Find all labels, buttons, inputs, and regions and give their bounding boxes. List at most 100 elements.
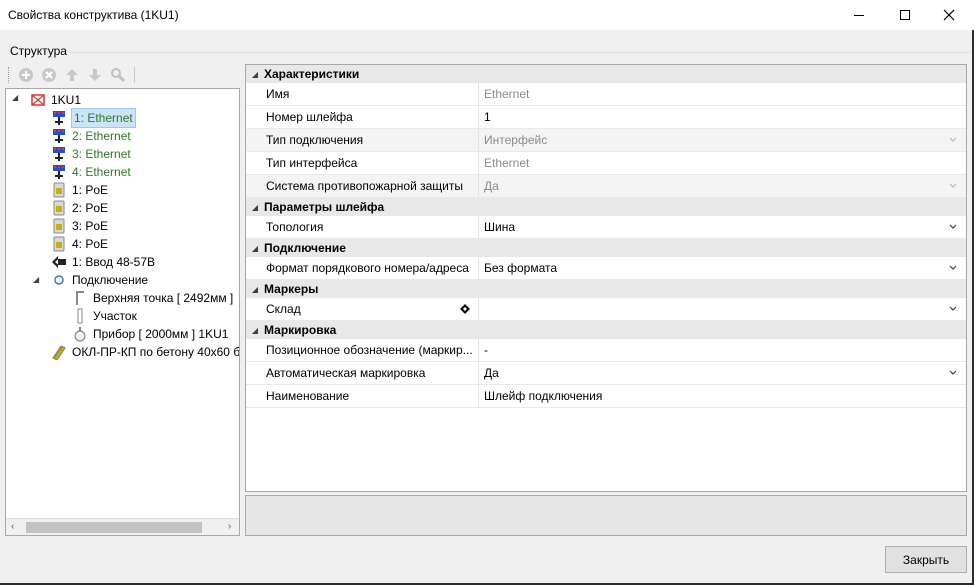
property-grid[interactable]: ◢ Характеристики Имя Ethernet Номер шлей… — [245, 64, 967, 492]
scroll-left-icon[interactable]: ‹ — [11, 521, 14, 532]
tree-item-connection[interactable]: Подключение — [51, 271, 148, 289]
column-divider — [478, 216, 479, 238]
tree-item-poe-3[interactable]: 3: PoE — [51, 217, 108, 235]
tree-item-cable-duct[interactable]: ОКЛ-ПР-КП по бетону 40x60 б — [51, 343, 240, 361]
minimize-button[interactable] — [836, 0, 882, 30]
property-name: Тип подключения — [266, 133, 364, 147]
tree-item-top-point[interactable]: Верхняя точка [ 2492мм ] — [72, 289, 233, 307]
collapse-category-icon[interactable]: ◢ — [246, 203, 264, 212]
cabinet-icon — [30, 92, 46, 108]
property-row-fire-protection[interactable]: Система противопожарной защиты Да — [246, 175, 966, 198]
marker-diamond-icon[interactable] — [460, 304, 470, 314]
property-row-connection-type[interactable]: Тип подключения Интерфейс — [246, 129, 966, 152]
property-value: Ethernet — [484, 87, 530, 101]
category-markers[interactable]: ◢ Маркеры — [246, 280, 966, 298]
property-row-loop-number[interactable]: Номер шлейфа 1 — [246, 106, 966, 129]
collapse-connection-icon[interactable]: ◢ — [33, 275, 43, 285]
tree-item-power-input[interactable]: 1: Ввод 48-57В — [51, 253, 155, 271]
column-divider — [478, 257, 479, 279]
tree-item-poe-2[interactable]: 2: PoE — [51, 199, 108, 217]
settings-button[interactable] — [109, 66, 127, 84]
property-row-auto-marking[interactable]: Автоматическая маркировка Да — [246, 362, 966, 385]
property-value: Ethernet — [484, 156, 530, 170]
tree-item-poe-1[interactable]: 1: PoE — [51, 181, 108, 199]
property-row-address-format[interactable]: Формат порядкового номера/адреса Без фор… — [246, 257, 966, 280]
maximize-button[interactable] — [882, 0, 928, 30]
category-name: Маркировка — [264, 323, 337, 337]
collapse-category-icon[interactable]: ◢ — [246, 285, 264, 294]
segment-icon — [72, 308, 88, 324]
column-divider — [478, 298, 479, 320]
move-down-button[interactable] — [86, 66, 104, 84]
chevron-down-icon — [949, 137, 957, 142]
category-name: Характеристики — [264, 67, 360, 81]
category-name: Маркеры — [264, 282, 319, 296]
property-value[interactable]: - — [484, 339, 924, 361]
chevron-down-icon[interactable] — [948, 368, 958, 378]
property-row-title[interactable]: Наименование Шлейф подключения — [246, 385, 966, 408]
tree-item-poe-4[interactable]: 4: PoE — [51, 235, 108, 253]
chevron-down-icon[interactable] — [948, 304, 958, 314]
tree-item-segment[interactable]: Участок — [72, 307, 137, 325]
property-row-interface-type[interactable]: Тип интерфейса Ethernet — [246, 152, 966, 175]
property-row-position-designation[interactable]: Позиционное обозначение (маркир... - — [246, 339, 966, 362]
chevron-down-icon[interactable] — [948, 263, 958, 273]
column-divider — [478, 175, 479, 197]
column-divider — [478, 106, 479, 128]
category-connection[interactable]: ◢ Подключение — [246, 239, 966, 257]
category-name: Параметры шлейфа — [264, 200, 385, 214]
property-value[interactable]: 1 — [484, 106, 924, 128]
close-window-button[interactable] — [926, 0, 972, 30]
add-button[interactable] — [17, 66, 35, 84]
tree-item-ethernet-2[interactable]: 2: Ethernet — [51, 127, 131, 145]
property-row-topology[interactable]: Топология Шина — [246, 216, 966, 239]
collapse-category-icon[interactable]: ◢ — [246, 326, 264, 335]
poe-icon — [51, 200, 67, 216]
collapse-root-icon[interactable]: ◢ — [12, 93, 22, 103]
tree-horizontal-scrollbar[interactable]: ‹ › — [6, 518, 239, 535]
category-loop-parameters[interactable]: ◢ Параметры шлейфа — [246, 198, 966, 216]
remove-button[interactable] — [40, 66, 58, 84]
top-point-icon — [72, 290, 88, 306]
property-value[interactable]: Шлейф подключения — [484, 385, 924, 407]
move-up-icon — [66, 69, 78, 81]
scroll-right-icon[interactable]: › — [228, 521, 231, 532]
collapse-category-icon[interactable]: ◢ — [246, 70, 264, 79]
tree-item-label: ОКЛ-ПР-КП по бетону 40x60 б — [72, 345, 240, 359]
move-up-button[interactable] — [63, 66, 81, 84]
structure-group-label: Структура — [10, 44, 67, 58]
minimize-icon — [854, 15, 864, 16]
toolbar-grip[interactable] — [8, 67, 11, 83]
device-icon — [72, 326, 88, 342]
property-name: Номер шлейфа — [266, 110, 353, 124]
property-name: Формат порядкового номера/адреса — [266, 261, 469, 275]
tree-item-ethernet-3[interactable]: 3: Ethernet — [51, 145, 131, 163]
window-title: Свойства конструктива (1KU1) — [8, 8, 179, 22]
close-button[interactable]: Закрыть — [885, 546, 967, 573]
property-row-warehouse[interactable]: Склад — [246, 298, 966, 321]
category-characteristics[interactable]: ◢ Характеристики — [246, 65, 966, 83]
property-value[interactable]: Да — [484, 362, 924, 384]
tree-item-device[interactable]: Прибор [ 2000мм ] 1KU1 — [72, 325, 228, 343]
tree-item-ethernet-1[interactable]: 1: Ethernet — [51, 108, 136, 128]
toolbar-separator — [134, 67, 135, 83]
property-row-name[interactable]: Имя Ethernet — [246, 83, 966, 106]
tree-item-ethernet-4[interactable]: 4: Ethernet — [51, 163, 131, 181]
column-divider — [478, 385, 479, 407]
property-value[interactable] — [484, 298, 924, 320]
chevron-down-icon[interactable] — [948, 222, 958, 232]
property-name: Автоматическая маркировка — [266, 366, 426, 380]
chevron-down-icon — [949, 183, 957, 188]
collapse-category-icon[interactable]: ◢ — [246, 244, 264, 253]
property-value[interactable]: Без формата — [484, 257, 924, 279]
category-marking[interactable]: ◢ Маркировка — [246, 321, 966, 339]
structure-tree[interactable]: ◢ 1KU1 1: Ethernet 2: Ethernet 3: Ethern… — [5, 88, 240, 536]
close-icon — [943, 9, 955, 21]
scrollbar-thumb[interactable] — [26, 522, 202, 533]
property-value[interactable]: Шина — [484, 216, 924, 238]
structure-toolbar — [8, 64, 240, 86]
column-divider — [478, 83, 479, 105]
column-divider — [478, 339, 479, 361]
tree-item-label: 1: PoE — [72, 183, 109, 197]
tree-root-node[interactable]: 1KU1 — [30, 91, 81, 109]
